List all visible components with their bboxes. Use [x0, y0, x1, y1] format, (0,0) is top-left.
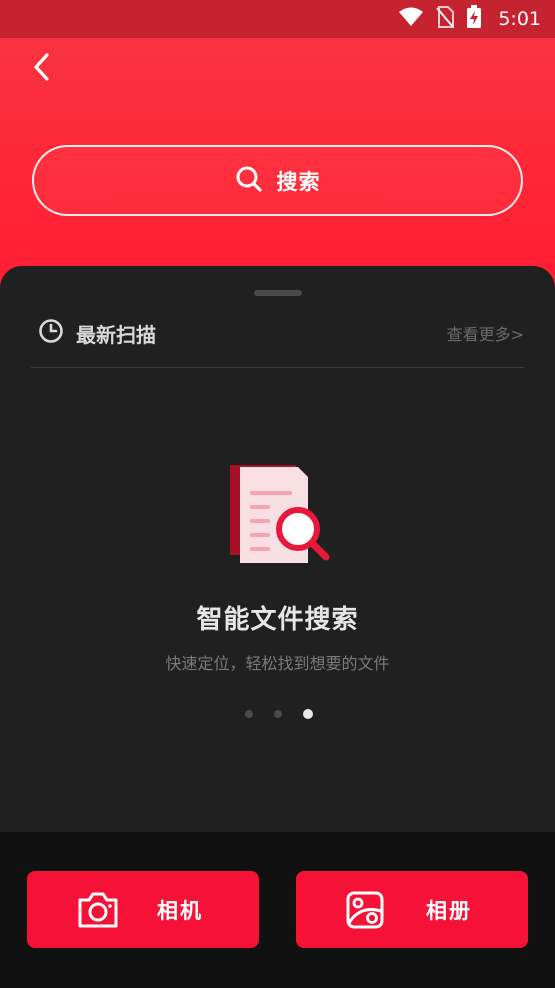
clock-icon [38, 318, 64, 348]
drag-handle[interactable] [254, 290, 302, 296]
battery-charging-icon [466, 5, 482, 33]
no-sim-icon [436, 6, 455, 32]
pager-dot[interactable] [244, 710, 253, 718]
recent-header: 最新扫描 查看更多> [38, 318, 524, 348]
view-more-link[interactable]: 查看更多> [447, 321, 524, 345]
pager-dot-active[interactable] [302, 709, 313, 719]
camera-label: 相机 [157, 899, 203, 923]
search-icon [235, 165, 263, 197]
pager-dots [0, 708, 555, 720]
image-icon [346, 891, 384, 929]
chevron-left-icon [32, 52, 50, 86]
camera-button[interactable]: 相机 [27, 871, 259, 948]
empty-subtitle: 快速定位，轻松找到想要的文件 [165, 654, 390, 673]
camera-icon [77, 890, 119, 930]
document-search-icon [226, 461, 330, 565]
pager-dot[interactable] [273, 710, 282, 718]
recent-scans-sheet: 最新扫描 查看更多> 智能文件搜索 快速定位，轻松找到想要的文件 [0, 266, 555, 832]
search-label: 搜索 [276, 169, 321, 194]
back-button[interactable] [26, 52, 56, 86]
empty-title: 智能文件搜索 [196, 605, 359, 635]
recent-title: 最新扫描 [76, 322, 156, 347]
wifi-icon [398, 7, 424, 31]
status-time: 5:01 [498, 8, 541, 30]
bottom-action-bar: 相机 相册 [0, 832, 555, 988]
search-bar[interactable]: 搜索 [32, 145, 523, 216]
album-label: 相册 [426, 899, 472, 923]
album-button[interactable]: 相册 [296, 871, 528, 948]
divider [31, 367, 524, 368]
status-bar: 5:01 [0, 0, 555, 38]
